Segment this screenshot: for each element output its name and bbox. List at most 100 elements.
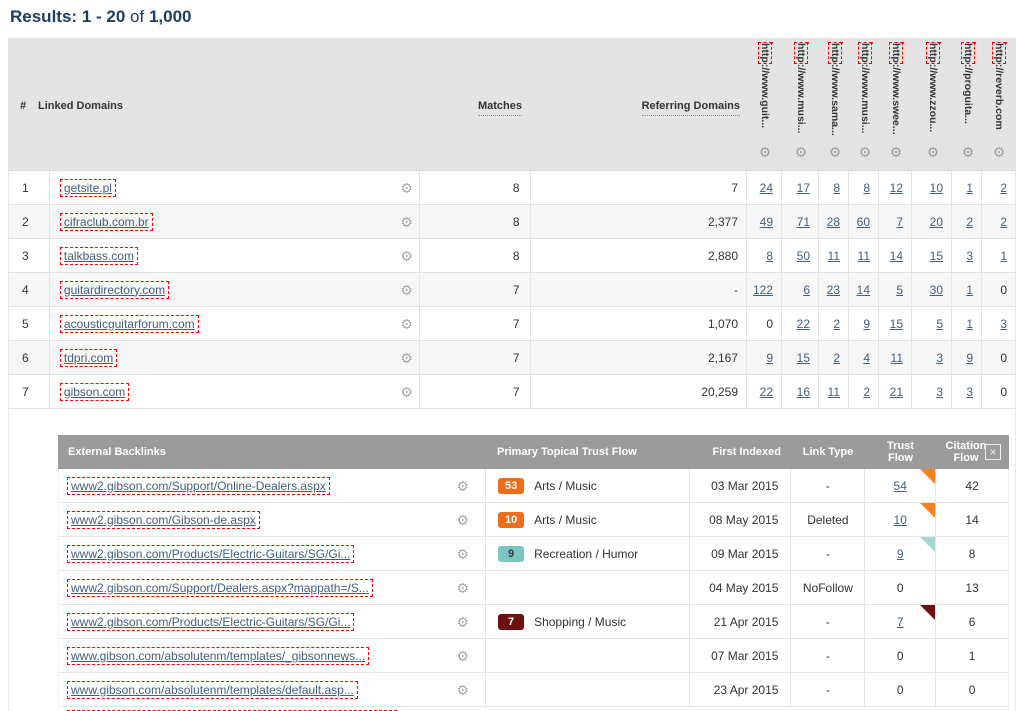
match-count-link[interactable]: 24 (760, 181, 773, 195)
match-count-link[interactable]: 2 (833, 351, 840, 365)
gear-icon[interactable]: ⚙ (918, 144, 948, 161)
gear-icon[interactable]: ⚙ (400, 316, 413, 333)
gear-icon[interactable]: ⚙ (984, 144, 1014, 161)
match-count-link[interactable]: 6 (803, 283, 810, 297)
gear-icon[interactable]: ⚙ (457, 648, 470, 665)
match-count-link[interactable]: 8 (863, 181, 870, 195)
backlink-url-link[interactable]: www.gibson.com/absolutenm/templates/_gib… (67, 646, 370, 665)
trust-flow-link[interactable]: 10 (894, 513, 907, 527)
gear-icon[interactable]: ⚙ (400, 180, 413, 197)
match-count-link[interactable]: 30 (930, 283, 943, 297)
gear-icon[interactable]: ⚙ (457, 546, 470, 563)
match-count-link[interactable]: 11 (828, 249, 840, 263)
match-count-link[interactable]: 14 (890, 249, 903, 263)
gear-icon[interactable]: ⚙ (820, 144, 850, 161)
gear-icon[interactable]: ⚙ (400, 384, 413, 401)
linked-domain-link[interactable]: gibson.com (59, 382, 130, 401)
backlink-url-cell: www2.gibson.com/Products/Electric-Guitar… (59, 537, 485, 570)
url-match-count-cell: 5 (879, 273, 913, 306)
match-count-link[interactable]: 9 (766, 351, 773, 365)
match-count-link[interactable]: 2 (966, 215, 973, 229)
gear-icon[interactable]: ⚙ (457, 512, 470, 529)
match-count-link[interactable]: 1 (1000, 249, 1007, 263)
linked-domain-link[interactable]: guitardirectory.com (59, 280, 170, 299)
match-count-link[interactable]: 15 (930, 249, 943, 263)
linked-domain-link[interactable]: talkbass.com (59, 246, 138, 265)
gear-icon[interactable]: ⚙ (457, 682, 470, 699)
match-count-link[interactable]: 22 (760, 385, 773, 399)
match-count-link[interactable]: 3 (966, 249, 973, 263)
match-count-link[interactable]: 50 (797, 249, 810, 263)
match-count-link[interactable]: 20 (930, 215, 943, 229)
match-count-link[interactable]: 122 (753, 283, 773, 297)
match-count-link[interactable]: 7 (896, 215, 903, 229)
match-count-link[interactable]: 10 (930, 181, 943, 195)
gear-icon[interactable]: ⚙ (400, 282, 413, 299)
match-count-link[interactable]: 9 (966, 351, 973, 365)
match-count-link[interactable]: 2 (1000, 181, 1007, 195)
gear-icon[interactable]: ⚙ (953, 144, 983, 161)
trust-flow-link[interactable]: 9 (897, 547, 904, 561)
gear-icon[interactable]: ⚙ (400, 214, 413, 231)
gear-icon[interactable]: ⚙ (786, 144, 816, 161)
match-count-link[interactable]: 5 (936, 317, 943, 331)
match-count-link[interactable]: 60 (857, 215, 870, 229)
match-count-link[interactable]: 3 (936, 351, 943, 365)
linked-domain-link[interactable]: acousticguitarforum.com (59, 314, 199, 333)
match-count-link[interactable]: 1 (966, 283, 973, 297)
gear-icon[interactable]: ⚙ (881, 144, 911, 161)
match-count-link[interactable]: 16 (797, 385, 810, 399)
match-count-link[interactable]: 1 (966, 317, 973, 331)
backlink-url-link[interactable]: www2.gibson.com/Products/Electric-Guitar… (67, 544, 355, 563)
match-count-link[interactable]: 8 (766, 249, 773, 263)
match-count-link[interactable]: 5 (896, 283, 903, 297)
match-count-link[interactable]: 8 (833, 181, 840, 195)
trust-flow-corner-triangle (920, 469, 936, 484)
gear-icon[interactable]: ⚙ (400, 248, 413, 265)
match-count-link[interactable]: 2 (863, 385, 870, 399)
backlink-url-link[interactable]: www2.gibson.com/Support/Online-Dealers.a… (67, 476, 330, 495)
gear-icon[interactable]: ⚙ (457, 580, 470, 597)
match-count-link[interactable]: 49 (760, 215, 773, 229)
match-count-link[interactable]: 15 (890, 317, 903, 331)
match-count-link[interactable]: 2 (1000, 215, 1007, 229)
column-header-referring-domains[interactable]: Referring Domains (641, 100, 740, 116)
match-count-link[interactable]: 11 (891, 351, 903, 365)
url-match-count-cell: 9 (952, 341, 983, 374)
trust-flow-link[interactable]: 54 (894, 479, 907, 493)
backlink-url-link[interactable]: www2.gibson.com/Gibson-de.aspx (67, 510, 260, 529)
match-count-link[interactable]: 28 (827, 215, 840, 229)
match-count-link[interactable]: 1 (966, 181, 973, 195)
gear-icon[interactable]: ⚙ (750, 144, 780, 161)
linked-domain-link[interactable]: cifraclub.com.br (59, 212, 153, 231)
close-icon[interactable]: × (985, 444, 1001, 460)
match-count-link[interactable]: 23 (827, 283, 840, 297)
match-count-link[interactable]: 15 (797, 351, 810, 365)
gear-icon[interactable]: ⚙ (400, 350, 413, 367)
match-count-link[interactable]: 71 (797, 215, 810, 229)
match-count-link[interactable]: 3 (1000, 317, 1007, 331)
backlink-url-link[interactable]: www2.gibson.com/Products/Electric-Guitar… (67, 612, 355, 631)
match-count-link[interactable]: 3 (936, 385, 943, 399)
match-count-link[interactable]: 3 (966, 385, 973, 399)
column-header-matches[interactable]: Matches (477, 100, 522, 116)
match-count-link[interactable]: 2 (833, 317, 840, 331)
trust-flow-link[interactable]: 7 (897, 615, 904, 629)
match-count-link[interactable]: 22 (797, 317, 810, 331)
match-count-link[interactable]: 12 (890, 181, 903, 195)
match-count-link[interactable]: 4 (863, 351, 870, 365)
backlink-url-link[interactable]: www.gibson.com/absolutenm/templates/defa… (67, 680, 358, 699)
match-count-link[interactable]: 9 (863, 317, 870, 331)
match-count-link[interactable]: 14 (857, 283, 870, 297)
backlink-url-link[interactable]: www2.gibson.com/Support/Dealers.aspx?map… (67, 578, 373, 597)
linked-domain-link[interactable]: getsite.pl (59, 178, 116, 197)
match-count-link[interactable]: 21 (890, 385, 903, 399)
gear-icon[interactable]: ⚙ (850, 144, 880, 161)
linked-domain-link[interactable]: tdpri.com (59, 348, 118, 367)
gear-icon[interactable]: ⚙ (457, 478, 470, 495)
match-count-link[interactable]: 17 (797, 181, 810, 195)
url-match-count-cell: 17 (782, 171, 820, 204)
match-count-link[interactable]: 11 (828, 385, 840, 399)
gear-icon[interactable]: ⚙ (457, 614, 470, 631)
match-count-link[interactable]: 11 (858, 249, 870, 263)
